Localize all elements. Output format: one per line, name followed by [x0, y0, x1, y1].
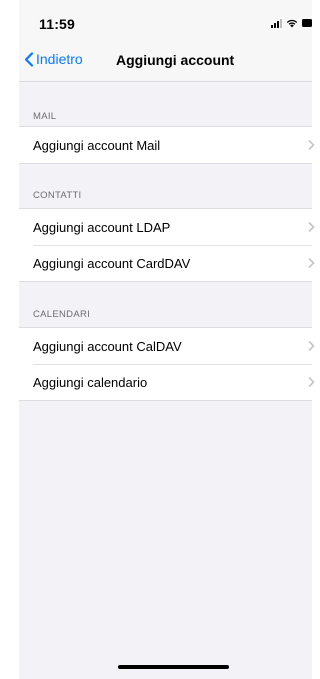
add-caldav-account-row[interactable]: Aggiungi account CalDAV [19, 328, 315, 364]
chevron-right-icon [308, 340, 315, 352]
add-calendar-row[interactable]: Aggiungi calendario [19, 364, 315, 400]
home-indicator[interactable] [118, 665, 229, 669]
add-carddav-account-row[interactable]: Aggiungi account CardDAV [19, 245, 315, 281]
chevron-right-icon [308, 221, 315, 233]
group-contacts: Aggiungi account LDAP Aggiungi account C… [19, 208, 315, 282]
page-title: Aggiungi account [116, 52, 235, 68]
chevron-right-icon [308, 376, 315, 388]
row-label: Aggiungi account Mail [33, 137, 161, 153]
chevron-right-icon [308, 257, 315, 269]
back-chevron-icon [24, 51, 34, 67]
back-button[interactable]: Indietro [24, 51, 83, 67]
top-bar: 11:59 Indietro Aggiungi account [19, 0, 312, 82]
signal-icon [271, 18, 282, 28]
row-label: Aggiungi account CalDAV [33, 338, 182, 354]
row-label: Aggiungi account CardDAV [33, 255, 191, 271]
back-label: Indietro [36, 51, 83, 67]
group-calendars: Aggiungi account CalDAV Aggiungi calenda… [19, 327, 315, 401]
status-time: 11:59 [39, 16, 76, 32]
battery-icon [302, 19, 312, 27]
status-icons [271, 18, 312, 28]
section-header-contacts: CONTATTI [33, 190, 82, 201]
section-header-mail: MAIL [33, 111, 57, 122]
wifi-icon [286, 19, 298, 27]
add-mail-account-row[interactable]: Aggiungi account Mail [19, 127, 315, 163]
section-header-calendars: CALENDARI [33, 309, 91, 320]
row-label: Aggiungi calendario [33, 374, 148, 390]
chevron-right-icon [308, 139, 315, 151]
row-label: Aggiungi account LDAP [33, 219, 171, 235]
add-ldap-account-row[interactable]: Aggiungi account LDAP [19, 209, 315, 245]
settings-screen: 11:59 Indietro Aggiungi account MAIL Agg… [19, 0, 315, 679]
group-mail: Aggiungi account Mail [19, 126, 315, 164]
